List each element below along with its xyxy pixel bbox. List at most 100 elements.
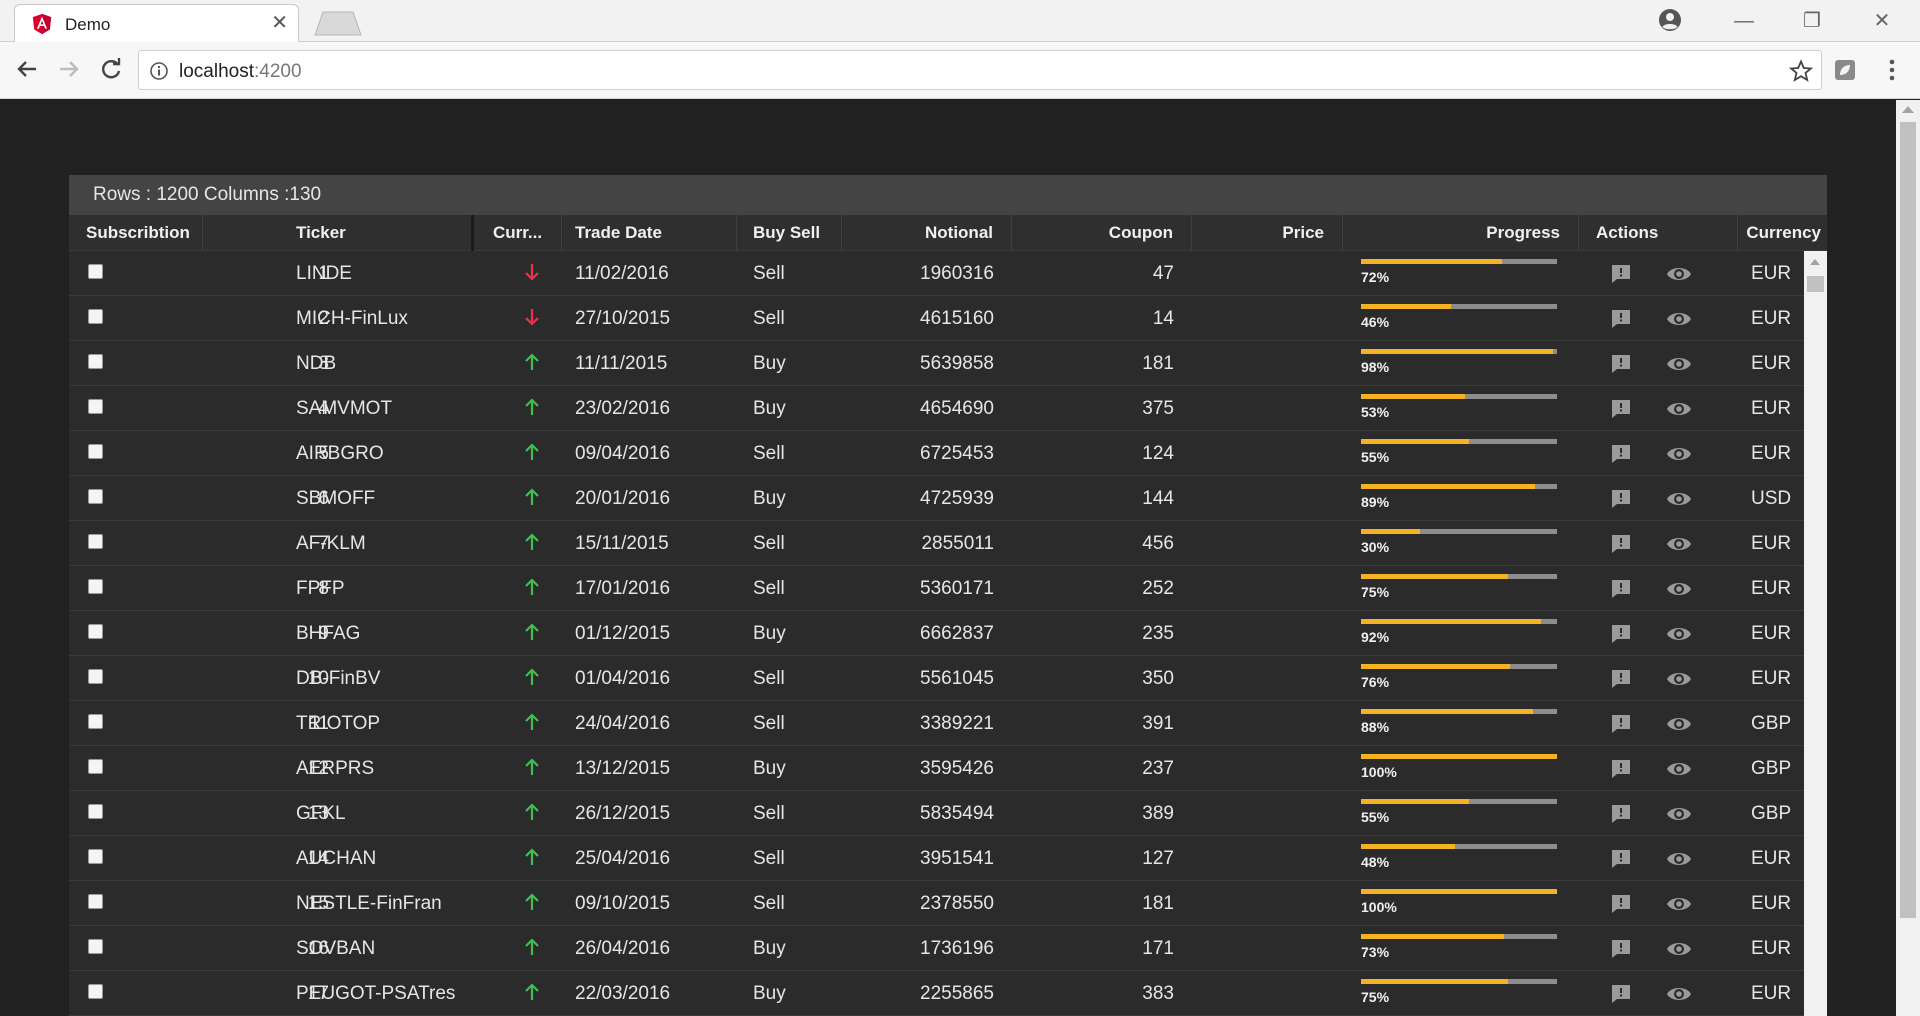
header-notional[interactable]: Notional [842, 215, 1012, 251]
browser-menu-icon[interactable] [1880, 56, 1904, 84]
comment-icon[interactable] [1609, 667, 1633, 691]
subscription-checkbox[interactable] [88, 894, 103, 909]
eye-icon[interactable] [1666, 937, 1692, 961]
eye-icon[interactable] [1666, 667, 1692, 691]
comment-icon[interactable] [1609, 892, 1633, 916]
reload-icon[interactable] [96, 54, 126, 84]
comment-icon[interactable] [1609, 802, 1633, 826]
comment-icon[interactable] [1609, 307, 1633, 331]
table-row[interactable]: 13 GFKL 26/12/2015 Sell 5835494 389 55% GBP [69, 791, 1804, 836]
subscription-checkbox[interactable] [88, 399, 103, 414]
comment-icon[interactable] [1609, 937, 1633, 961]
eye-icon[interactable] [1666, 622, 1692, 646]
header-price[interactable]: Price [1192, 215, 1343, 251]
eye-icon[interactable] [1666, 892, 1692, 916]
header-subscription[interactable]: Subscribtion [69, 215, 203, 251]
eye-icon[interactable] [1666, 532, 1692, 556]
table-row[interactable]: 11 TRIOTOP 24/04/2016 Sell 3389221 391 88% GBP [69, 701, 1804, 746]
subscription-checkbox[interactable] [88, 534, 103, 549]
table-row[interactable]: 9 BHFAG 01/12/2015 Buy 6662837 235 92% EUR [69, 611, 1804, 656]
page-scroll-up-arrow[interactable] [1902, 106, 1914, 113]
new-tab-button[interactable] [313, 10, 363, 36]
table-row[interactable]: 14 AUCHAN 25/04/2016 Sell 3951541 127 48% EUR [69, 836, 1804, 881]
subscription-checkbox[interactable] [88, 939, 103, 954]
comment-icon[interactable] [1609, 352, 1633, 376]
window-close-button[interactable]: ✕ [1858, 6, 1906, 36]
table-row[interactable]: 5 AIRBGRO 09/04/2016 Sell 6725453 124 55% EUR [69, 431, 1804, 476]
table-row[interactable]: 8 FPFP 17/01/2016 Sell 5360171 252 75% EUR [69, 566, 1804, 611]
header-coupon[interactable]: Coupon [1012, 215, 1192, 251]
eye-icon[interactable] [1666, 262, 1692, 286]
subscription-checkbox[interactable] [88, 669, 103, 684]
eye-icon[interactable] [1666, 352, 1692, 376]
grid-scroll-up-arrow[interactable] [1810, 259, 1820, 265]
comment-icon[interactable] [1609, 487, 1633, 511]
table-row[interactable]: 7 AF-KLM 15/11/2015 Sell 2855011 456 30% EUR [69, 521, 1804, 566]
comment-icon[interactable] [1609, 847, 1633, 871]
header-trade-date[interactable]: Trade Date [562, 215, 737, 251]
window-restore-button[interactable]: ❐ [1788, 6, 1836, 36]
subscription-checkbox[interactable] [88, 849, 103, 864]
header-ticker[interactable]: Ticker [296, 215, 471, 251]
header-buy-sell[interactable]: Buy Sell [737, 215, 842, 251]
header-currency[interactable]: Currency [1738, 215, 1827, 251]
subscription-checkbox[interactable] [88, 489, 103, 504]
table-row[interactable]: 1 LINDE 11/02/2016 Sell 1960316 47 72% EUR [69, 251, 1804, 296]
window-minimize-button[interactable]: — [1720, 6, 1768, 36]
table-row[interactable]: 17 PEUGOT-PSATres 22/03/2016 Buy 2255865 383 7… [69, 971, 1804, 1016]
extension-icon[interactable] [1833, 58, 1857, 82]
comment-icon[interactable] [1609, 397, 1633, 421]
header-progress[interactable]: Progress [1343, 215, 1579, 251]
table-row[interactable]: 2 MICH-FinLux 27/10/2015 Sell 4615160 14 46% EU… [69, 296, 1804, 341]
header-actions[interactable]: Actions [1579, 215, 1738, 251]
info-icon[interactable] [149, 61, 169, 81]
eye-icon[interactable] [1666, 712, 1692, 736]
bookmark-star-icon[interactable] [1789, 59, 1813, 83]
subscription-checkbox[interactable] [88, 984, 103, 999]
profile-icon[interactable] [1658, 8, 1682, 32]
browser-tab[interactable]: Demo ✕ [14, 4, 299, 42]
table-row[interactable]: 3 NDB 11/11/2015 Buy 5639858 181 98% EUR [69, 341, 1804, 386]
page-vertical-scrollbar[interactable] [1896, 100, 1920, 1016]
eye-icon[interactable] [1666, 982, 1692, 1006]
table-row[interactable]: 4 SAMVMOT 23/02/2016 Buy 4654690 375 53% EUR [69, 386, 1804, 431]
subscription-checkbox[interactable] [88, 309, 103, 324]
subscription-checkbox[interactable] [88, 804, 103, 819]
eye-icon[interactable] [1666, 577, 1692, 601]
eye-icon[interactable] [1666, 397, 1692, 421]
subscription-checkbox[interactable] [88, 714, 103, 729]
grid-scroll-thumb[interactable] [1807, 276, 1824, 292]
comment-icon[interactable] [1609, 622, 1633, 646]
grid-vertical-scrollbar[interactable] [1804, 251, 1827, 1016]
subscription-checkbox[interactable] [88, 579, 103, 594]
back-arrow-icon[interactable] [12, 54, 42, 84]
table-row[interactable]: 12 AERPRS 13/12/2015 Buy 3595426 237 100% GBP [69, 746, 1804, 791]
eye-icon[interactable] [1666, 307, 1692, 331]
table-row[interactable]: 16 SOVBAN 26/04/2016 Buy 1736196 171 73% EUR [69, 926, 1804, 971]
subscription-checkbox[interactable] [88, 624, 103, 639]
eye-icon[interactable] [1666, 487, 1692, 511]
comment-icon[interactable] [1609, 532, 1633, 556]
eye-icon[interactable] [1666, 847, 1692, 871]
table-row[interactable]: 15 NESTLE-FinFran 09/10/2015 Sell 2378550 181… [69, 881, 1804, 926]
forward-arrow-icon[interactable] [54, 54, 84, 84]
address-bar[interactable]: localhost:4200 [138, 50, 1822, 90]
comment-icon[interactable] [1609, 757, 1633, 781]
table-row[interactable]: 10 DB-FinBV 01/04/2016 Sell 5561045 350 76% EUR [69, 656, 1804, 701]
eye-icon[interactable] [1666, 442, 1692, 466]
comment-icon[interactable] [1609, 982, 1633, 1006]
header-currency-trend[interactable]: Curr... [474, 215, 562, 251]
comment-icon[interactable] [1609, 442, 1633, 466]
subscription-checkbox[interactable] [88, 264, 103, 279]
table-row[interactable]: 6 SBMOFF 20/01/2016 Buy 4725939 144 89% USD [69, 476, 1804, 521]
comment-icon[interactable] [1609, 262, 1633, 286]
page-scroll-thumb[interactable] [1900, 122, 1916, 918]
subscription-checkbox[interactable] [88, 444, 103, 459]
subscription-checkbox[interactable] [88, 759, 103, 774]
tab-close-icon[interactable]: ✕ [271, 12, 288, 34]
eye-icon[interactable] [1666, 757, 1692, 781]
comment-icon[interactable] [1609, 577, 1633, 601]
subscription-checkbox[interactable] [88, 354, 103, 369]
eye-icon[interactable] [1666, 802, 1692, 826]
comment-icon[interactable] [1609, 712, 1633, 736]
